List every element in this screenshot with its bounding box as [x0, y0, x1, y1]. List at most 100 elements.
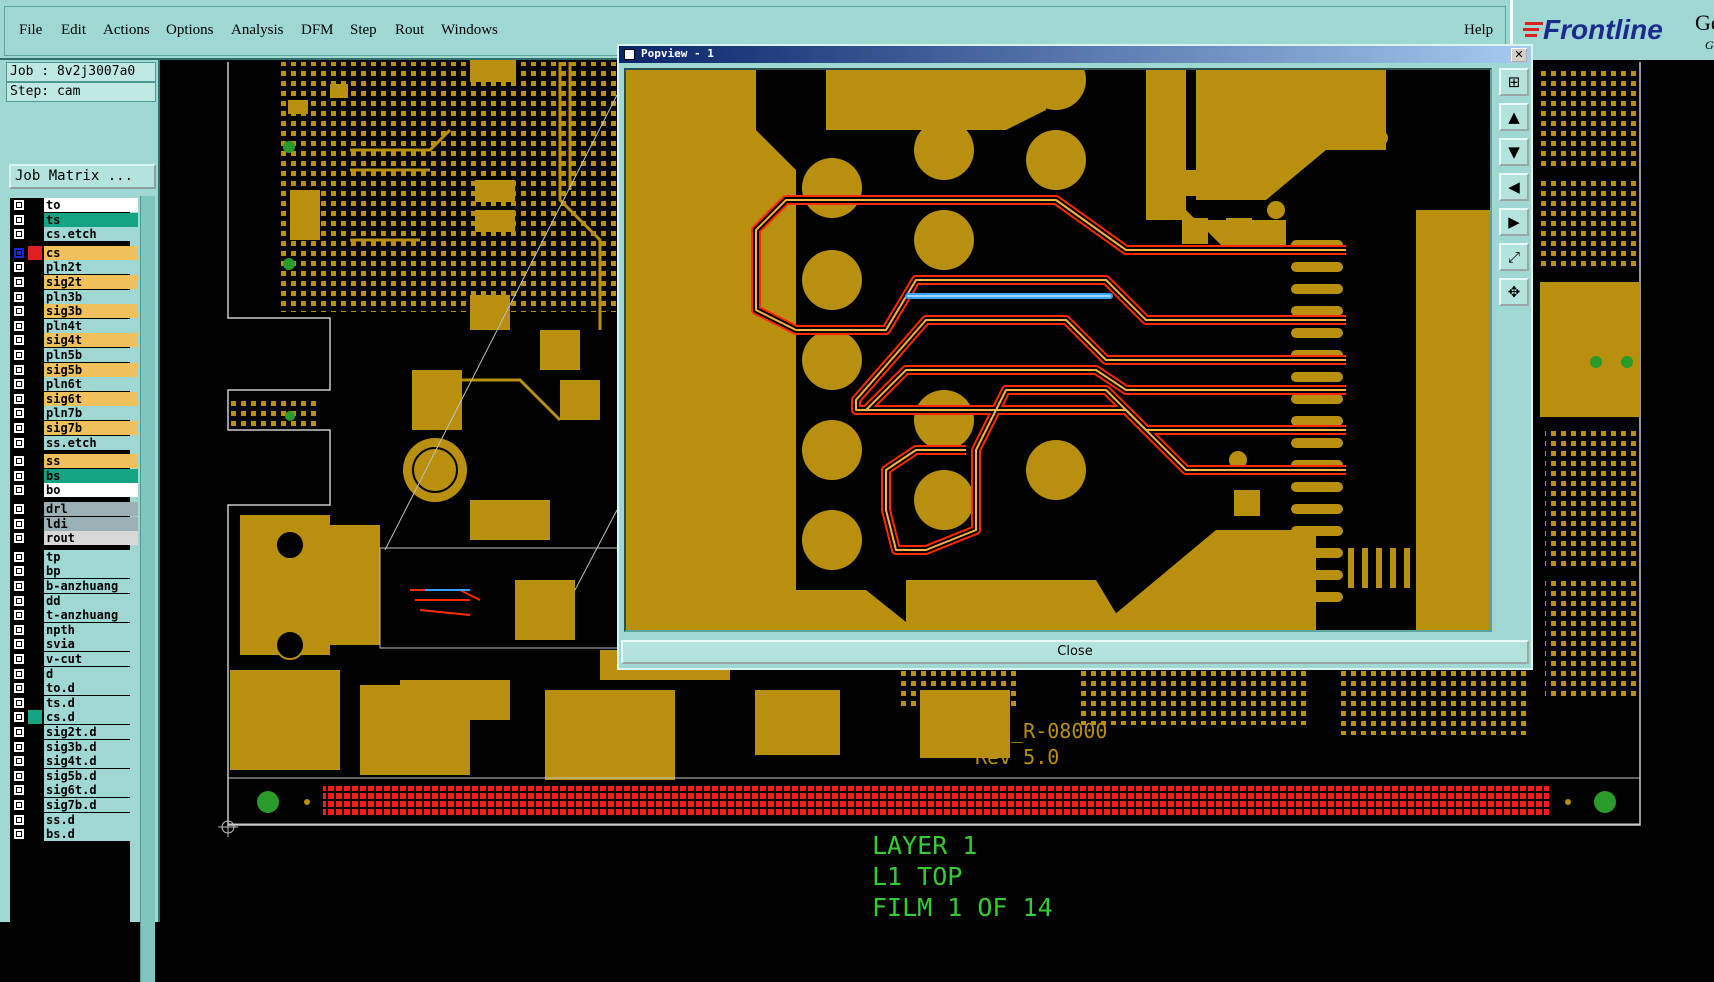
layer-row-sig5b-d[interactable]: sig5b.d — [10, 768, 138, 783]
layer-checkbox[interactable] — [13, 565, 25, 578]
layer-row-bs-d[interactable]: bs.d — [10, 827, 138, 842]
zoom-fit-icon[interactable]: ⤢ — [1499, 243, 1529, 271]
layer-row-sig3b[interactable]: sig3b — [10, 304, 138, 319]
layer-checkbox[interactable] — [13, 378, 25, 391]
layer-row-pln4t[interactable]: pln4t — [10, 318, 138, 333]
layer-checkbox[interactable] — [13, 484, 25, 497]
zoom-home-icon[interactable]: ✥ — [1499, 278, 1529, 306]
layer-checkbox[interactable] — [13, 334, 25, 347]
layer-checkbox[interactable] — [13, 740, 25, 753]
layer-checkbox[interactable] — [13, 363, 25, 376]
menu-actions[interactable]: Actions — [103, 22, 150, 39]
layer-row-ts-d[interactable]: ts.d — [10, 695, 138, 710]
layer-row-cs-d[interactable]: cs.d — [10, 710, 138, 725]
pan-right-icon[interactable]: ▶ — [1499, 208, 1529, 236]
layer-row-cs[interactable]: cs — [10, 245, 138, 260]
layer-row-pln3b[interactable]: pln3b — [10, 289, 138, 304]
layer-checkbox[interactable] — [13, 199, 25, 211]
menu-edit[interactable]: Edit — [61, 22, 86, 39]
menu-analysis[interactable]: Analysis — [231, 22, 284, 39]
layer-row-sig3b-d[interactable]: sig3b.d — [10, 739, 138, 754]
layer-checkbox[interactable] — [13, 813, 25, 826]
layer-checkbox[interactable] — [13, 422, 25, 434]
layer-row-d[interactable]: d — [10, 666, 138, 681]
menu-rout[interactable]: Rout — [395, 22, 424, 39]
layer-checkbox[interactable] — [13, 799, 25, 811]
layer-row-sig2t[interactable]: sig2t — [10, 275, 138, 289]
layer-checkbox[interactable] — [13, 276, 25, 288]
layer-checkbox[interactable] — [13, 228, 25, 241]
layer-row-b-anzhuang[interactable]: b-anzhuang — [10, 579, 138, 593]
menu-options[interactable]: Options — [166, 22, 214, 39]
layer-checkbox[interactable] — [13, 305, 25, 318]
popview-canvas[interactable] — [624, 68, 1492, 632]
layer-row-ss-d[interactable]: ss.d — [10, 812, 138, 827]
layer-checkbox[interactable] — [13, 755, 25, 768]
layer-checkbox[interactable] — [13, 726, 25, 738]
layer-checkbox[interactable] — [13, 469, 25, 482]
layer-checkbox[interactable] — [13, 436, 25, 449]
layer-row-sig7b[interactable]: sig7b — [10, 421, 138, 435]
layer-checkbox[interactable] — [13, 828, 25, 841]
layer-checkbox[interactable] — [13, 246, 25, 259]
layer-checkbox[interactable] — [13, 623, 25, 636]
pan-up-icon[interactable]: ▲ — [1499, 103, 1529, 131]
layer-row-sig5b[interactable]: sig5b — [10, 362, 138, 377]
layer-checkbox[interactable] — [13, 261, 25, 274]
layer-row-tp[interactable]: tp — [10, 549, 138, 564]
layer-checkbox[interactable] — [13, 769, 25, 782]
layer-checkbox[interactable] — [13, 550, 25, 563]
layer-checkbox[interactable] — [13, 711, 25, 724]
layer-row-dd[interactable]: dd — [10, 593, 138, 608]
layer-row-to-d[interactable]: to.d — [10, 681, 138, 696]
layer-checkbox[interactable] — [13, 784, 25, 797]
layer-checkbox[interactable] — [13, 580, 25, 592]
layer-checkbox[interactable] — [13, 517, 25, 530]
layer-checkbox[interactable] — [13, 682, 25, 695]
layer-row-pln7b[interactable]: pln7b — [10, 406, 138, 421]
layer-row-bs[interactable]: bs — [10, 468, 138, 483]
menu-step[interactable]: Step — [350, 22, 377, 39]
layer-row-sig2t-d[interactable]: sig2t.d — [10, 725, 138, 739]
layer-checkbox[interactable] — [13, 319, 25, 332]
pan-down-icon[interactable]: ▼ — [1499, 138, 1529, 166]
menu-file[interactable]: File — [19, 22, 42, 39]
layer-checkbox[interactable] — [13, 503, 25, 515]
menu-windows[interactable]: Windows — [441, 22, 498, 39]
zoom-in-icon[interactable]: ⊞ — [1499, 68, 1529, 96]
job-matrix-button[interactable]: Job Matrix ... — [9, 164, 156, 189]
layer-row-sig4t-d[interactable]: sig4t.d — [10, 754, 138, 769]
layer-checkbox[interactable] — [13, 290, 25, 303]
layer-row-ldi[interactable]: ldi — [10, 516, 138, 531]
layer-checkbox[interactable] — [13, 455, 25, 468]
layer-checkbox[interactable] — [13, 532, 25, 545]
popview-titlebar[interactable]: Popview - 1 ✕ — [619, 46, 1531, 63]
layer-checkbox[interactable] — [13, 667, 25, 680]
layer-checkbox[interactable] — [13, 696, 25, 709]
layer-checkbox[interactable] — [13, 349, 25, 361]
layer-row-bp[interactable]: bp — [10, 564, 138, 579]
layer-row-ss[interactable]: ss — [10, 454, 138, 469]
layer-row-ts[interactable]: ts — [10, 212, 138, 227]
layer-row-sig6t-d[interactable]: sig6t.d — [10, 783, 138, 798]
layer-row-pln5b[interactable]: pln5b — [10, 348, 138, 362]
layer-row-npth[interactable]: npth — [10, 622, 138, 637]
layer-row-t-anzhuang[interactable]: t-anzhuang — [10, 608, 138, 623]
layer-list-scrollbar[interactable] — [140, 196, 155, 982]
layer-row-rout[interactable]: rout — [10, 531, 138, 546]
layer-checkbox[interactable] — [13, 213, 25, 226]
layer-checkbox[interactable] — [13, 407, 25, 420]
layer-row-v-cut[interactable]: v-cut — [10, 652, 138, 666]
layer-row-drl[interactable]: drl — [10, 502, 138, 516]
popview-close-button[interactable]: Close — [621, 640, 1529, 664]
layer-checkbox[interactable] — [13, 609, 25, 622]
layer-checkbox[interactable] — [13, 653, 25, 665]
layer-row-sig7b-d[interactable]: sig7b.d — [10, 798, 138, 812]
layer-row-svia[interactable]: svia — [10, 637, 138, 652]
layer-checkbox[interactable] — [13, 594, 25, 607]
layer-checkbox[interactable] — [13, 392, 25, 405]
layer-row-to[interactable]: to — [10, 198, 138, 212]
layer-row-pln2t[interactable]: pln2t — [10, 260, 138, 275]
layer-row-ss-etch[interactable]: ss.etch — [10, 435, 138, 450]
layer-checkbox[interactable] — [13, 638, 25, 651]
